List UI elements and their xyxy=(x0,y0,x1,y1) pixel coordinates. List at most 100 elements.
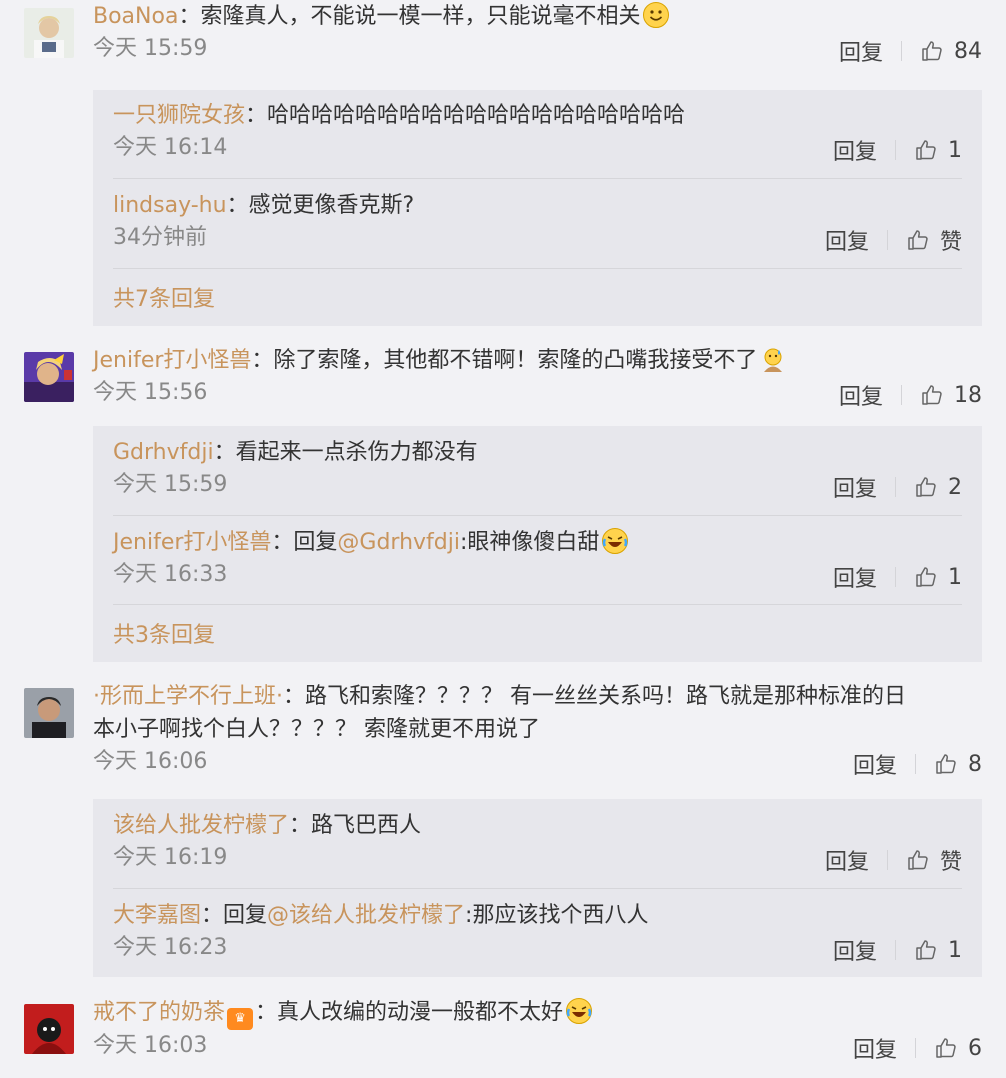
divider xyxy=(901,385,902,405)
reply-button[interactable]: 回复 xyxy=(825,844,869,876)
reply-item: 大李嘉图：回复@该给人批发柠檬了:那应该找个西八人 今天 16:23 回复 1 xyxy=(113,899,962,966)
reply-time: 今天 16:33 xyxy=(113,562,228,587)
username-link[interactable]: 戒不了的奶茶 xyxy=(93,1000,225,1025)
comment-content: ：真人改编的动漫一般都不太好 xyxy=(255,1000,564,1025)
reply-content: ：路飞巴西人 xyxy=(289,813,422,838)
divider xyxy=(113,268,962,269)
username-link[interactable]: Jenifer打小怪兽 xyxy=(93,348,251,373)
reply-button[interactable]: 回复 xyxy=(839,379,883,411)
divider xyxy=(895,940,896,960)
divider xyxy=(113,888,962,889)
username-link[interactable]: BoaNoa xyxy=(93,4,178,29)
like-button[interactable]: 赞 xyxy=(906,844,962,876)
reply-button[interactable]: 回复 xyxy=(833,134,877,166)
like-count: 赞 xyxy=(939,230,962,255)
username-link[interactable]: lindsay-hu xyxy=(113,193,227,218)
username-link[interactable]: Jenifer打小怪兽 xyxy=(113,530,271,555)
like-count: 2 xyxy=(948,474,962,500)
avatar[interactable] xyxy=(24,352,74,402)
username-link[interactable]: ·形而上学不行上班· xyxy=(93,684,283,709)
comment-content: ：路飞和索隆？？？？ 有一丝丝关系吗！路飞就是那种标准的日 xyxy=(283,684,906,709)
username-link[interactable]: 一只狮院女孩 xyxy=(113,103,245,128)
comment-time: 今天 15:56 xyxy=(93,380,208,405)
more-replies-link[interactable]: 共7条回复 xyxy=(113,281,215,313)
laugh-cry-emoji xyxy=(601,527,629,555)
more-replies-link[interactable]: 共3条回复 xyxy=(113,617,215,649)
reply-time: 今天 16:23 xyxy=(113,935,228,960)
divider xyxy=(895,140,896,160)
reply-item: Jenifer打小怪兽：回复@Gdrhvfdji:眼神像傻白甜 今天 16:33… xyxy=(113,526,962,593)
like-count: 8 xyxy=(968,751,982,777)
like-count: 6 xyxy=(968,1035,982,1061)
divider xyxy=(113,515,962,516)
reply-item: Gdrhvfdji：看起来一点杀伤力都没有 今天 15:59 回复 2 xyxy=(113,436,962,503)
mention-link[interactable]: @Gdrhvfdji xyxy=(337,530,460,555)
username-link[interactable]: 该给人批发柠檬了 xyxy=(113,813,289,838)
comment-content-line2: 本小子啊找个白人？？？？ 索隆就更不用说了 xyxy=(93,717,540,742)
reply-button[interactable]: 回复 xyxy=(833,561,877,593)
username-link[interactable]: Gdrhvfdji xyxy=(113,440,214,465)
like-button[interactable]: 1 xyxy=(914,938,962,963)
comment-content: ：索隆真人，不能说一模一样，只能说毫不相关 xyxy=(178,4,641,29)
avatar[interactable] xyxy=(24,688,74,738)
reply-button[interactable]: 回复 xyxy=(853,748,897,780)
divider xyxy=(901,41,902,61)
thumbs-up-icon xyxy=(920,39,944,63)
like-count: 1 xyxy=(948,937,962,963)
like-button[interactable]: 2 xyxy=(914,475,962,500)
comment-time: 今天 16:03 xyxy=(93,1033,208,1058)
thumbs-up-icon xyxy=(906,228,930,252)
like-button[interactable]: 18 xyxy=(920,383,982,408)
reply-content: :眼神像傻白甜 xyxy=(460,530,600,555)
smile-emoji xyxy=(642,1,670,29)
reply-button[interactable]: 回复 xyxy=(839,35,883,67)
like-button[interactable]: 1 xyxy=(914,565,962,590)
like-count: 84 xyxy=(954,38,982,64)
reply-time: 34分钟前 xyxy=(113,225,207,250)
reply-item: 该给人批发柠檬了：路飞巴西人 今天 16:19 回复 赞 xyxy=(113,809,962,876)
divider xyxy=(915,754,916,774)
divider xyxy=(113,178,962,179)
thumbs-up-icon xyxy=(934,752,958,776)
thumbs-up-icon xyxy=(920,383,944,407)
divider xyxy=(895,477,896,497)
like-count: 18 xyxy=(954,382,982,408)
comment-time: 今天 15:59 xyxy=(93,36,208,61)
like-button[interactable]: 84 xyxy=(920,39,982,64)
like-button[interactable]: 1 xyxy=(914,138,962,163)
reply-button[interactable]: 回复 xyxy=(825,224,869,256)
reply-button[interactable]: 回复 xyxy=(853,1032,897,1064)
reply-content: ：看起来一点杀伤力都没有 xyxy=(213,440,478,465)
reply-panel: Gdrhvfdji：看起来一点杀伤力都没有 今天 15:59 回复 2 Jeni… xyxy=(93,426,982,662)
thumbs-up-icon xyxy=(914,938,938,962)
reply-item: lindsay-hu：感觉更像香克斯? 34分钟前 回复 赞 xyxy=(113,189,962,256)
like-button[interactable]: 6 xyxy=(934,1036,982,1061)
reply-button[interactable]: 回复 xyxy=(833,471,877,503)
like-button[interactable]: 赞 xyxy=(906,224,962,256)
reply-content: ：感觉更像香克斯? xyxy=(226,193,415,218)
like-count: 1 xyxy=(948,564,962,590)
sweat-emoji xyxy=(759,345,787,373)
comment-text: BoaNoa：索隆真人，不能说一模一样，只能说毫不相关 xyxy=(93,0,982,33)
reply-button[interactable]: 回复 xyxy=(833,934,877,966)
username-link[interactable]: 大李嘉图 xyxy=(113,903,201,928)
thumbs-up-icon xyxy=(914,475,938,499)
comment-content: ：除了索隆，其他都不错啊！索隆的凸嘴我接受不了 xyxy=(251,348,758,373)
like-button[interactable]: 8 xyxy=(934,752,982,777)
avatar[interactable] xyxy=(24,8,74,58)
thumbs-up-icon xyxy=(914,138,938,162)
vip-badge-icon: ♛ xyxy=(227,1008,254,1030)
reply-panel: 该给人批发柠檬了：路飞巴西人 今天 16:19 回复 赞 大李嘉图：回复@该给人… xyxy=(93,799,982,977)
divider xyxy=(915,1038,916,1058)
divider xyxy=(886,850,888,870)
reply-time: 今天 16:14 xyxy=(113,135,228,160)
reply-prefix: ：回复 xyxy=(271,530,338,555)
avatar[interactable] xyxy=(24,1004,74,1054)
thumbs-up-icon xyxy=(906,848,930,872)
reply-time: 今天 16:19 xyxy=(113,845,228,870)
divider xyxy=(895,567,896,587)
reply-time: 今天 15:59 xyxy=(113,472,228,497)
mention-link[interactable]: @该给人批发柠檬了 xyxy=(267,903,465,928)
thumbs-up-icon xyxy=(914,565,938,589)
reply-content: :那应该找个西八人 xyxy=(465,903,649,928)
